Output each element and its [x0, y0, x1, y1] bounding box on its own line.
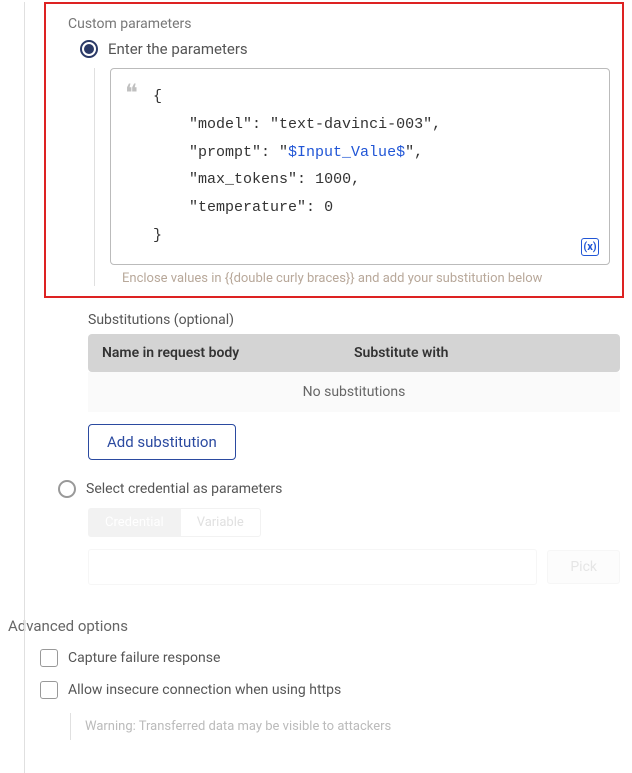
radio-enter-parameters-label: Enter the parameters [108, 40, 248, 58]
parameters-hint: Enclose values in {{double curly braces}… [122, 271, 622, 286]
quote-icon: ❝ [125, 81, 138, 105]
capture-failure-row[interactable]: Capture failure response [40, 649, 632, 667]
enter-parameters-radio-row[interactable]: Enter the parameters [80, 40, 622, 58]
substitutions-col-name: Name in request body [102, 345, 354, 361]
advanced-options-title: Advanced options [8, 617, 632, 635]
parameters-code-input[interactable]: ❝ { "model": "text-davinci-003", "prompt… [110, 68, 610, 265]
credential-disabled-block: Credential Variable Pick [88, 508, 620, 585]
custom-parameters-title: Custom parameters [68, 16, 622, 32]
substitutions-col-sub: Substitute with [354, 345, 606, 361]
radio-select-credential[interactable] [58, 480, 76, 498]
substitutions-section: Substitutions (optional) Name in request… [88, 312, 620, 460]
radio-enter-parameters[interactable] [80, 40, 98, 58]
variable-picker-icon[interactable]: (x) [581, 238, 599, 256]
custom-parameters-highlight: Custom parameters Enter the parameters ❝… [44, 2, 624, 298]
insecure-warning: Warning: Transferred data may be visible… [70, 713, 632, 740]
toggle-variable: Variable [181, 508, 261, 537]
allow-insecure-label: Allow insecure connection when using htt… [68, 682, 341, 698]
substitutions-header: Name in request body Substitute with [88, 334, 620, 372]
toggle-credential: Credential [88, 508, 181, 537]
credential-input [88, 549, 537, 585]
allow-insecure-checkbox[interactable] [40, 681, 58, 699]
pick-button: Pick [547, 550, 620, 584]
select-credential-radio-row[interactable]: Select credential as parameters [58, 480, 632, 498]
capture-failure-label: Capture failure response [68, 650, 220, 666]
substitutions-label: Substitutions (optional) [88, 312, 620, 328]
add-substitution-button[interactable]: Add substitution [88, 424, 236, 460]
capture-failure-checkbox[interactable] [40, 649, 58, 667]
substitutions-empty: No substitutions [88, 372, 620, 412]
radio-select-credential-label: Select credential as parameters [86, 481, 282, 497]
code-content: { "model": "text-davinci-003", "prompt":… [153, 83, 595, 250]
allow-insecure-row[interactable]: Allow insecure connection when using htt… [40, 681, 632, 699]
